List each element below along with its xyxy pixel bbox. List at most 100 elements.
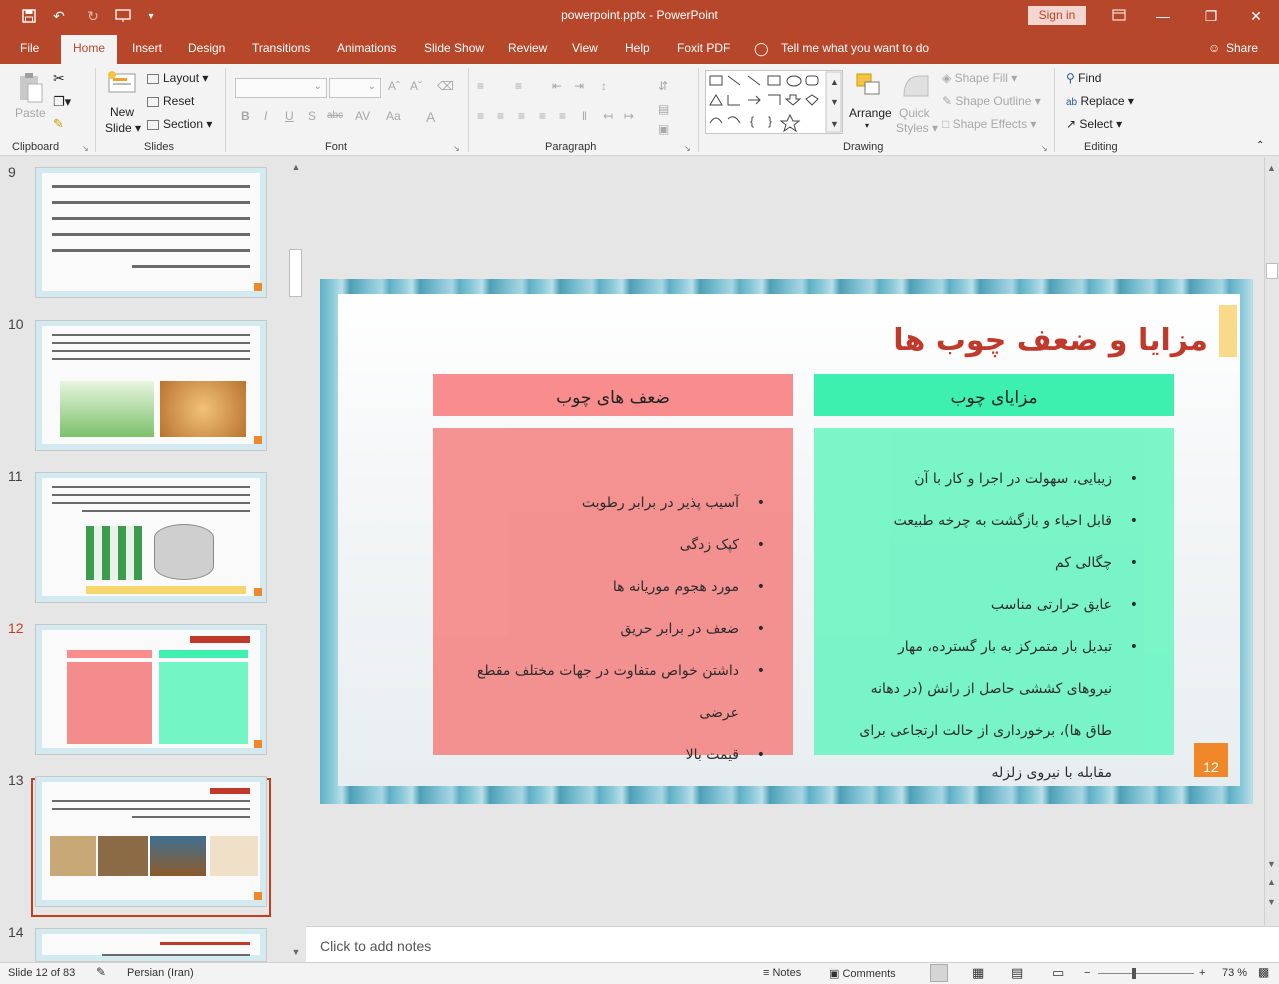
cut-icon[interactable]: ✂ xyxy=(53,70,65,87)
tab-review[interactable]: Review xyxy=(508,41,547,55)
normal-view-icon[interactable] xyxy=(930,964,948,982)
collapse-ribbon-icon[interactable]: ⌃ xyxy=(1256,140,1264,151)
comments-toggle[interactable]: ▣ Comments xyxy=(829,967,896,980)
new-slide-button[interactable]: New xyxy=(110,105,134,119)
increase-font-size-icon[interactable]: Aˆ xyxy=(388,79,400,93)
clipboard-launcher-icon[interactable]: ↘ xyxy=(82,144,89,153)
zoom-in-icon[interactable]: + xyxy=(1199,967,1205,979)
scroll-down-icon[interactable]: ▼ xyxy=(290,947,302,957)
character-spacing-icon[interactable]: AV xyxy=(355,109,370,123)
quick-styles-dropdown[interactable]: Styles ▾ xyxy=(896,121,938,135)
scrollbar-thumb[interactable] xyxy=(289,249,302,297)
find-button[interactable]: ⚲ Find xyxy=(1066,71,1101,85)
new-slide-dropdown[interactable]: Slide ▾ xyxy=(105,121,141,135)
tab-home[interactable]: Home xyxy=(61,35,118,64)
drawing-launcher-icon[interactable]: ↘ xyxy=(1041,144,1048,153)
paste-icon[interactable] xyxy=(18,72,44,107)
select-button[interactable]: ↗ Select ▾ xyxy=(1066,117,1122,131)
tab-slide-show[interactable]: Slide Show xyxy=(424,41,484,55)
minimize-icon[interactable]: — xyxy=(1148,5,1178,27)
slide-thumbnail-9[interactable] xyxy=(35,167,267,298)
tab-foxit-pdf[interactable]: Foxit PDF xyxy=(677,41,730,55)
copy-icon[interactable]: ❐▾ xyxy=(53,94,71,110)
sign-in-button[interactable]: Sign in xyxy=(1028,6,1086,25)
bullets-icon[interactable]: ≡ xyxy=(477,79,484,93)
close-icon[interactable]: ✕ xyxy=(1241,5,1271,27)
slide-title[interactable]: مزایا و ضعف چوب ها xyxy=(880,323,1208,358)
shadow-icon[interactable]: S xyxy=(308,109,316,123)
strikethrough-icon[interactable]: abc xyxy=(327,110,343,121)
notes-toggle[interactable]: ≡ Notes xyxy=(763,967,801,979)
columns-icon[interactable]: ‖ xyxy=(582,109,587,123)
thumbnails-scrollbar[interactable]: ▲ ▼ xyxy=(287,157,305,962)
slide-thumbnail-14[interactable] xyxy=(35,928,267,962)
layout-button[interactable]: Layout ▾ xyxy=(147,71,208,85)
notes-placeholder[interactable]: Click to add notes xyxy=(320,938,431,954)
tab-insert[interactable]: Insert xyxy=(132,41,162,55)
shape-outline-button[interactable]: ✎ Shape Outline ▾ xyxy=(942,94,1041,108)
arrange-dropdown-icon[interactable]: ▾ xyxy=(865,121,869,130)
arrange-icon[interactable] xyxy=(855,72,883,101)
font-color-icon[interactable]: A xyxy=(426,109,435,125)
section-button[interactable]: Section ▾ xyxy=(147,117,212,131)
increase-indent-icon[interactable]: ⇥ xyxy=(574,79,584,93)
reading-view-icon[interactable]: ▤ xyxy=(1011,965,1023,981)
tab-help[interactable]: Help xyxy=(625,41,650,55)
reset-button[interactable]: Reset xyxy=(147,94,194,108)
line-spacing-icon[interactable]: ↕ xyxy=(601,79,607,93)
shape-effects-button[interactable]: □ Shape Effects ▾ xyxy=(942,117,1036,131)
shape-fill-button[interactable]: ◈ Shape Fill ▾ xyxy=(942,71,1017,85)
arrange-button[interactable]: Arrange xyxy=(849,106,892,120)
language-indicator[interactable]: Persian (Iran) xyxy=(127,967,194,979)
tab-transitions[interactable]: Transitions xyxy=(252,41,310,55)
numbering-icon[interactable]: ≡ xyxy=(515,79,522,93)
tab-view[interactable]: View xyxy=(572,41,598,55)
advantages-header[interactable]: مزایای چوب xyxy=(814,374,1174,416)
paste-button[interactable]: Paste xyxy=(15,106,46,120)
current-slide[interactable]: مزایا و ضعف چوب ها مزایای چوب ضعف های چو… xyxy=(320,279,1253,804)
quick-styles-button[interactable]: Quick xyxy=(899,106,930,120)
new-slide-icon[interactable] xyxy=(106,70,138,99)
change-case-icon[interactable]: Aa xyxy=(386,109,401,123)
align-center-icon[interactable]: ≡ xyxy=(497,109,504,123)
ltr-icon[interactable]: ↦ xyxy=(624,109,634,123)
smartart-icon[interactable]: ▣ xyxy=(658,122,669,136)
shapes-gallery[interactable]: {} ▲ ▼ ▼ xyxy=(705,70,843,134)
zoom-slider-thumb[interactable] xyxy=(1132,968,1136,979)
weaknesses-header[interactable]: ضعف های چوب xyxy=(433,374,793,416)
paragraph-launcher-icon[interactable]: ↘ xyxy=(684,144,691,153)
zoom-level[interactable]: 73 % xyxy=(1222,967,1247,979)
decrease-font-size-icon[interactable]: Aˇ xyxy=(410,79,422,93)
justify-icon[interactable]: ≡ xyxy=(539,109,546,123)
font-size-combo[interactable]: ⌄ xyxy=(329,78,381,98)
spell-check-icon[interactable]: ✎ xyxy=(96,965,106,979)
replace-button[interactable]: ab Replace ▾ xyxy=(1066,94,1134,108)
slide-thumbnail-11[interactable] xyxy=(35,472,267,603)
underline-icon[interactable]: U xyxy=(285,109,294,123)
text-direction-icon[interactable]: ⇵ xyxy=(658,79,668,93)
align-left-icon[interactable]: ≡ xyxy=(477,109,484,123)
rtl-icon[interactable]: ↤ xyxy=(603,109,613,123)
scroll-up-icon[interactable]: ▲ xyxy=(290,162,302,172)
tab-file[interactable]: File xyxy=(20,41,39,55)
zoom-slider[interactable] xyxy=(1098,973,1194,974)
format-painter-icon[interactable]: ✎ xyxy=(53,116,64,132)
slide-thumbnail-13[interactable] xyxy=(35,776,267,907)
distributed-icon[interactable]: ≡ xyxy=(559,109,566,123)
ribbon-display-options-icon[interactable] xyxy=(1104,5,1134,27)
clear-formatting-icon[interactable]: ⌫ xyxy=(437,79,454,93)
tab-design[interactable]: Design xyxy=(188,41,225,55)
canvas-scrollbar[interactable]: ▲ ▼ ▲ ▼ xyxy=(1264,157,1279,925)
slide-thumbnail-12[interactable] xyxy=(35,624,267,755)
align-right-icon[interactable]: ≡ xyxy=(518,109,525,123)
restore-icon[interactable]: ❐ xyxy=(1196,5,1226,27)
notes-pane[interactable]: Click to add notes xyxy=(306,926,1279,962)
slide-sorter-view-icon[interactable]: ▦ xyxy=(972,965,984,981)
fit-to-window-icon[interactable]: ▩ xyxy=(1258,965,1269,979)
slide-show-view-icon[interactable]: ▭ xyxy=(1052,965,1064,981)
decrease-indent-icon[interactable]: ⇤ xyxy=(552,79,562,93)
scrollbar-thumb[interactable] xyxy=(1266,263,1278,279)
bold-icon[interactable]: B xyxy=(241,109,250,123)
align-text-icon[interactable]: ▤ xyxy=(658,102,669,116)
font-launcher-icon[interactable]: ↘ xyxy=(453,144,460,153)
